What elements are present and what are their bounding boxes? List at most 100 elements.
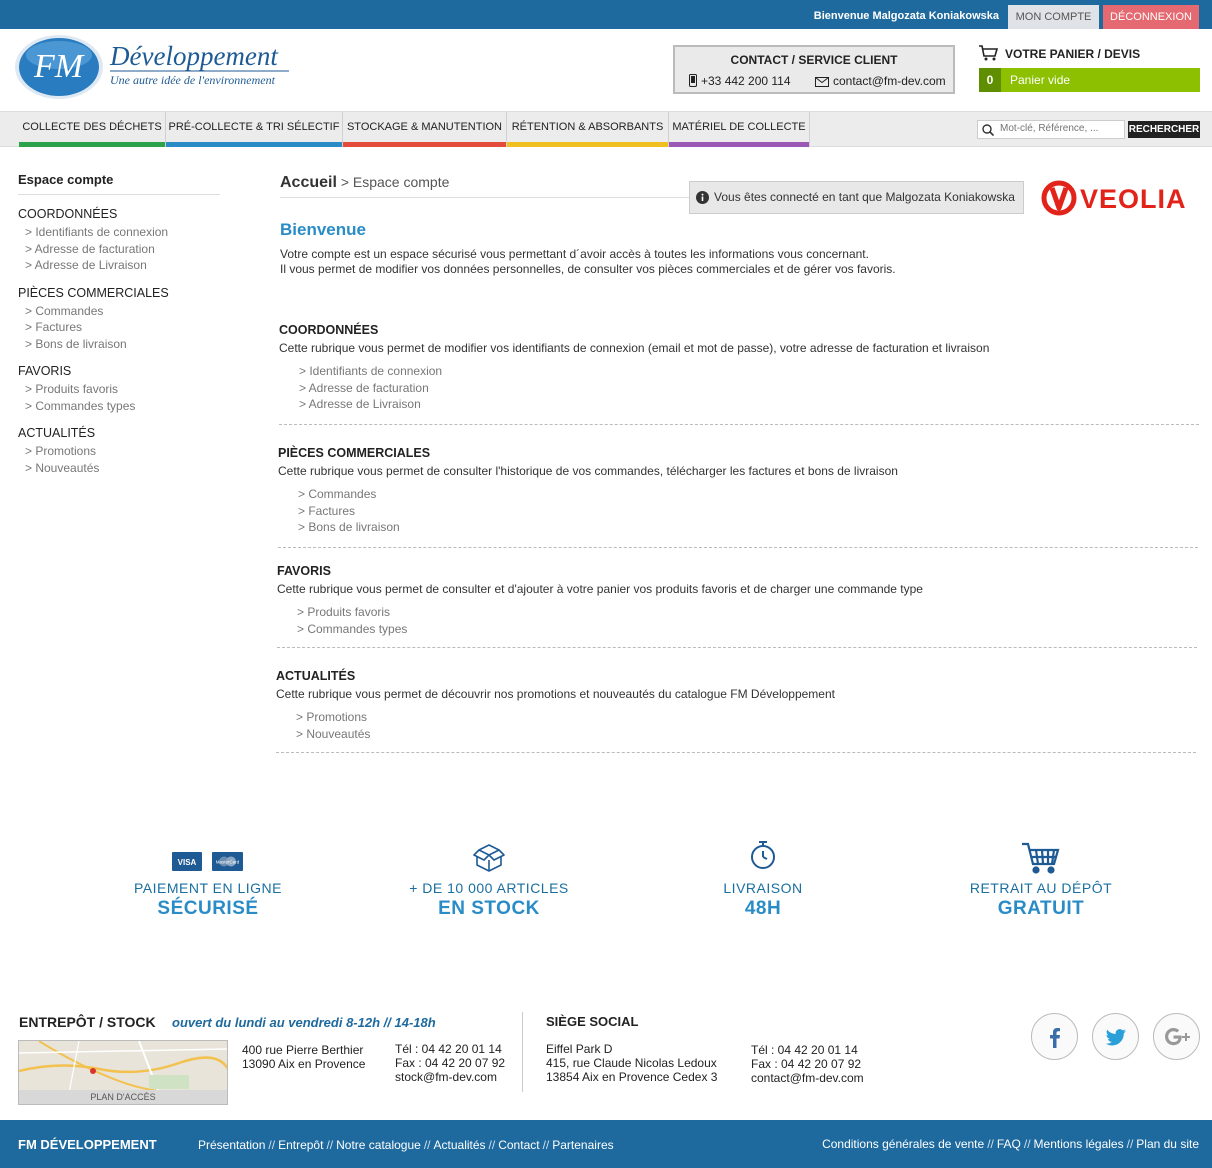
stock-title: ENTREPÔT / STOCK (19, 1014, 156, 1030)
footer-link-entrepot[interactable]: Entrepôt (278, 1138, 323, 1152)
footer-link-partenaires[interactable]: Partenaires (552, 1138, 613, 1152)
map-label: PLAN D'ACCÈS (19, 1090, 227, 1104)
feature-line1: PAIEMENT EN LIGNE (133, 880, 282, 896)
google-plus-icon (1165, 1028, 1190, 1046)
sidebar-link-nouveautes[interactable]: > Nouveautés (25, 460, 220, 477)
feature-line2: EN STOCK (438, 898, 540, 919)
search-input[interactable] (1000, 123, 1120, 134)
stopwatch-icon (633, 840, 893, 876)
footer-link-presentation[interactable]: Présentation (198, 1138, 265, 1152)
footer-link-catalogue[interactable]: Notre catalogue (336, 1138, 421, 1152)
footer-link-mentions[interactable]: Mentions légales (1034, 1137, 1124, 1151)
hq-email[interactable]: contact@fm-dev.com (751, 1071, 864, 1085)
section-link-commandes-types[interactable]: > Commandes types (297, 621, 1197, 638)
boxes-icon (359, 840, 619, 876)
my-account-button[interactable]: MON COMPTE (1008, 5, 1099, 29)
breadcrumb-divider (280, 197, 690, 198)
contact-phone[interactable]: +33 442 200 114 (689, 74, 791, 88)
nav-item-collecte-dechets[interactable]: COLLECTE DES DÉCHETS (19, 112, 166, 147)
welcome-message: Bienvenue Malgozata Koniakowska (813, 10, 999, 22)
cart-title[interactable]: VOTRE PANIER / DEVIS (979, 45, 1140, 61)
contact-email[interactable]: contact@fm-dev.com (815, 74, 946, 88)
hq-phone: Tél : 04 42 20 01 14 (751, 1043, 858, 1057)
footer-link-actualites[interactable]: Actualités (434, 1138, 486, 1152)
section-link-nouveautes[interactable]: > Nouveautés (296, 726, 1196, 743)
sidebar-link-commandes[interactable]: > Commandes (25, 303, 220, 320)
nav-color-bar (166, 142, 342, 147)
connected-message: Vous êtes connecté en tant que Malgozata… (714, 190, 1015, 204)
logo-brand: FM (33, 48, 85, 85)
search-icon (982, 124, 994, 136)
feature-line2: SÉCURISÉ (157, 898, 259, 919)
nav-item-retention[interactable]: RÉTENTION & ABSORBANTS (507, 112, 669, 147)
nav-item-stockage[interactable]: STOCKAGE & MANUTENTION (343, 112, 507, 147)
footer-link-faq[interactable]: FAQ (997, 1137, 1021, 1151)
sidebar-link-promotions[interactable]: > Promotions (25, 443, 220, 460)
access-map[interactable]: PLAN D'ACCÈS (18, 1040, 228, 1105)
sidebar-link-commandes-types[interactable]: > Commandes types (25, 398, 220, 415)
cart-status: Panier vide (1010, 73, 1071, 87)
sidebar-link-bons-livraison[interactable]: > Bons de livraison (25, 336, 220, 353)
breadcrumb: Accueil > Espace compte (280, 174, 449, 192)
mail-icon (815, 77, 829, 87)
facebook-icon (1050, 1028, 1060, 1048)
stock-address: 400 rue Pierre Berthier 13090 Aix en Pro… (242, 1043, 366, 1071)
sidebar-section-title[interactable]: PIÈCES COMMERCIALES (18, 286, 220, 300)
search-button[interactable]: RECHERCHER (1128, 121, 1200, 138)
section-description: Cette rubrique vous permet de modifier v… (279, 341, 990, 355)
nav-color-bar (669, 142, 809, 147)
site-logo[interactable]: FM Développement Une autre idée de l'env… (14, 33, 304, 103)
nav-item-materiel[interactable]: MATÉRIEL DE COLLECTE (669, 112, 810, 147)
sidebar-link-livraison[interactable]: > Adresse de Livraison (25, 257, 220, 274)
feature-secure-payment: VISA MasterCard PAIEMENT EN LIGNE SÉCURI… (78, 840, 338, 920)
stock-email[interactable]: stock@fm-dev.com (395, 1070, 505, 1084)
stock-phone: Tél : 04 42 20 01 14 (395, 1042, 502, 1056)
footer-link-contact[interactable]: Contact (498, 1138, 539, 1152)
section-link-livraison[interactable]: > Adresse de Livraison (299, 396, 1199, 413)
svg-text:MasterCard: MasterCard (216, 860, 240, 865)
footer-link-sitemap[interactable]: Plan du site (1136, 1137, 1199, 1151)
feature-pickup: RETRAIT AU DÉPÔT GRATUIT (911, 840, 1171, 920)
hq-address: Eiffel Park D 415, rue Claude Nicolas Le… (546, 1042, 718, 1084)
sidebar-section-title[interactable]: ACTUALITÉS (18, 426, 220, 440)
sidebar-section-title[interactable]: COORDONNÉES (18, 207, 220, 221)
sidebar-section-pieces: PIÈCES COMMERCIALES > Commandes > Factur… (18, 286, 220, 353)
nav-item-pre-collecte[interactable]: PRÉ-COLLECTE & TRI SÉLECTIF (166, 112, 343, 147)
section-link-promotions[interactable]: > Promotions (296, 709, 1196, 726)
logout-button[interactable]: DÉCONNEXION (1103, 5, 1199, 29)
top-bar: Bienvenue Malgozata Koniakowska MON COMP… (0, 0, 1212, 29)
main-nav: COLLECTE DES DÉCHETS PRÉ-COLLECTE & TRI … (0, 111, 1212, 147)
section-link-factures[interactable]: > Factures (298, 503, 1198, 520)
welcome-line: Votre compte est un espace sécurisé vous… (280, 247, 869, 261)
credit-cards-icon: VISA MasterCard (78, 840, 338, 876)
section-link-produits-favoris[interactable]: > Produits favoris (297, 604, 1197, 621)
google-plus-link[interactable] (1153, 1013, 1200, 1060)
logo-tagline: Une autre idée de l'environnement (110, 73, 276, 87)
section-title: PIÈCES COMMERCIALES (278, 446, 431, 460)
twitter-link[interactable] (1092, 1013, 1139, 1060)
sidebar-section-title[interactable]: FAVORIS (18, 364, 220, 378)
section-link-facturation[interactable]: > Adresse de facturation (299, 380, 1199, 397)
section-title: COORDONNÉES (279, 323, 379, 337)
section-favoris: FAVORIS Cette rubrique vous permet de co… (277, 564, 1197, 648)
hq-fax: Fax : 04 42 20 07 92 (751, 1057, 862, 1071)
cart-icon (979, 45, 999, 61)
section-link-bons-livraison[interactable]: > Bons de livraison (298, 519, 1198, 536)
breadcrumb-home[interactable]: Accueil (280, 174, 337, 191)
section-link-identifiants[interactable]: > Identifiants de connexion (299, 363, 1199, 380)
feature-line1: RETRAIT AU DÉPÔT (969, 880, 1113, 896)
sidebar-link-factures[interactable]: > Factures (25, 319, 220, 336)
section-actualites: ACTUALITÉS Cette rubrique vous permet de… (276, 669, 1196, 753)
connected-notice: Vous êtes connecté en tant que Malgozata… (689, 181, 1024, 214)
sidebar-link-produits-favoris[interactable]: > Produits favoris (25, 381, 220, 398)
cart-summary[interactable]: 0 Panier vide (979, 68, 1200, 92)
section-link-commandes[interactable]: > Commandes (298, 486, 1198, 503)
logo-name: Développement (109, 41, 279, 71)
sidebar-link-facturation[interactable]: > Adresse de facturation (25, 241, 220, 258)
contact-box: CONTACT / SERVICE CLIENT +33 442 200 114… (673, 45, 955, 94)
sidebar-link-identifiants[interactable]: > Identifiants de connexion (25, 224, 220, 241)
footer-link-cgv[interactable]: Conditions générales de vente (822, 1137, 984, 1151)
section-description: Cette rubrique vous permet de consulter … (277, 582, 923, 596)
facebook-link[interactable] (1031, 1013, 1078, 1060)
stock-hours: ouvert du lundi au vendredi 8-12h // 14-… (172, 1015, 436, 1030)
